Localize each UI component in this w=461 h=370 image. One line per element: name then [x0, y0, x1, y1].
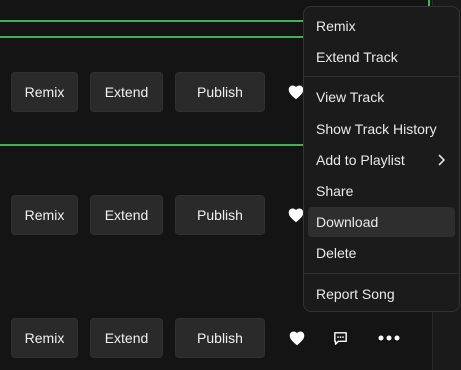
- selection-border-top: [0, 36, 305, 38]
- remix-button[interactable]: Remix: [11, 72, 78, 112]
- publish-button[interactable]: Publish: [175, 195, 265, 235]
- remix-button[interactable]: Remix: [11, 195, 78, 235]
- selection-border-top: [0, 20, 305, 22]
- track-context-menu: Remix Extend Track View Track Show Track…: [303, 6, 460, 312]
- menu-item-report-song[interactable]: Report Song: [308, 279, 455, 309]
- menu-divider: [304, 273, 459, 274]
- remix-button[interactable]: Remix: [11, 318, 78, 358]
- extend-button[interactable]: Extend: [90, 195, 163, 235]
- publish-button[interactable]: Publish: [175, 318, 265, 358]
- menu-item-label: Add to Playlist: [316, 152, 405, 168]
- publish-button[interactable]: Publish: [175, 72, 265, 112]
- menu-item-add-to-playlist[interactable]: Add to Playlist: [308, 145, 455, 175]
- heart-icon[interactable]: [288, 329, 306, 347]
- menu-item-view-track[interactable]: View Track: [308, 82, 455, 112]
- chevron-right-icon: [437, 153, 446, 169]
- comment-icon[interactable]: [331, 329, 349, 347]
- more-icon[interactable]: [377, 329, 401, 347]
- extend-button[interactable]: Extend: [90, 72, 163, 112]
- menu-item-show-track-history[interactable]: Show Track History: [308, 114, 455, 144]
- menu-item-download[interactable]: Download: [308, 207, 455, 237]
- track-action-row: Remix Extend Publish: [0, 318, 432, 360]
- selection-border-mid: [0, 144, 305, 146]
- menu-item-delete[interactable]: Delete: [308, 238, 455, 268]
- menu-item-extend-track[interactable]: Extend Track: [308, 42, 455, 72]
- extend-button[interactable]: Extend: [90, 318, 163, 358]
- menu-divider: [304, 76, 459, 77]
- menu-item-share[interactable]: Share: [308, 176, 455, 206]
- menu-item-remix[interactable]: Remix: [308, 11, 455, 41]
